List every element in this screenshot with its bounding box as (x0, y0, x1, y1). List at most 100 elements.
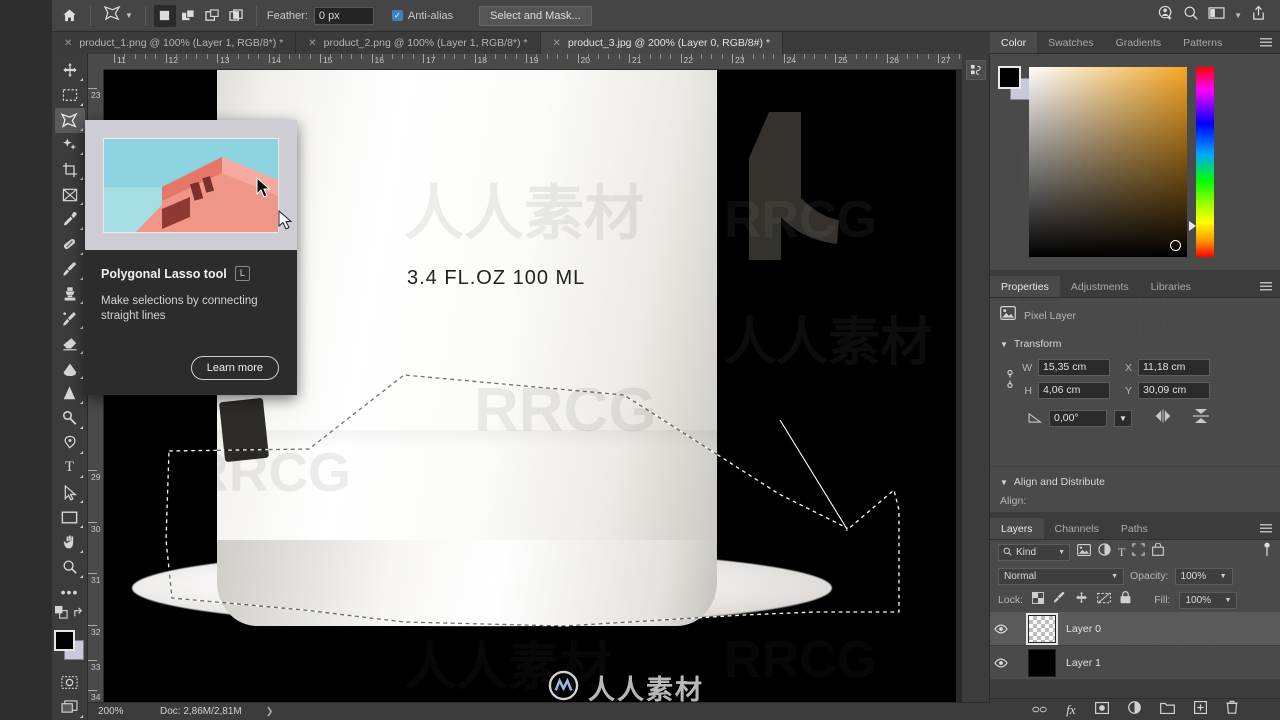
chevron-down-icon[interactable]: ▼ (1000, 478, 1008, 487)
eyedropper-tool[interactable] (55, 207, 85, 232)
move-tool[interactable] (55, 58, 85, 83)
delete-layer-icon[interactable] (1226, 700, 1238, 719)
dodge-tool[interactable] (55, 406, 85, 431)
chevron-right-icon[interactable]: ❯ (266, 706, 274, 717)
zoom-tool[interactable] (55, 555, 85, 580)
crop-tool[interactable] (55, 157, 85, 182)
history-panel-icon[interactable] (965, 60, 986, 80)
panel-menu-icon[interactable] (1252, 518, 1280, 539)
panel-menu-icon[interactable] (1252, 276, 1280, 297)
tab-gradients[interactable]: Gradients (1105, 32, 1173, 53)
history-brush-tool[interactable] (55, 306, 85, 331)
tab-adjustments[interactable]: Adjustments (1060, 276, 1140, 297)
document-tab-product-2[interactable]: ✕ product_2.png @ 100% (Layer 1, RGB/8*)… (296, 32, 541, 54)
table-row[interactable]: Layer 1 (990, 646, 1280, 680)
chevron-down-icon[interactable]: ▼ (1220, 573, 1227, 580)
shape-filter-icon[interactable] (1132, 543, 1146, 561)
color-swatches[interactable] (53, 630, 86, 662)
type-filter-icon[interactable]: T (1118, 545, 1125, 560)
tab-channels[interactable]: Channels (1044, 518, 1110, 539)
brush-tool[interactable] (55, 257, 85, 282)
pen-tool[interactable] (55, 431, 85, 456)
close-icon[interactable]: ✕ (64, 38, 72, 49)
polygonal-lasso-tool[interactable] (54, 107, 85, 133)
chevron-down-icon[interactable]: ▼ (1058, 549, 1065, 556)
chevron-down-icon[interactable]: ▼ (1225, 597, 1232, 604)
chevron-down-icon[interactable]: ▼ (1000, 340, 1008, 349)
fx-icon[interactable]: fx (1066, 702, 1075, 718)
pixel-filter-icon[interactable] (1077, 543, 1091, 561)
select-and-mask-button[interactable]: Select and Mask... (479, 5, 592, 26)
lock-image-icon[interactable] (1053, 591, 1066, 609)
rectangle-tool[interactable] (55, 505, 85, 530)
frame-tool[interactable] (55, 182, 85, 207)
tab-swatches[interactable]: Swatches (1037, 32, 1105, 53)
screen-mode-icon[interactable] (55, 695, 85, 720)
chevron-down-icon[interactable]: ▼ (1234, 11, 1242, 20)
learn-more-button[interactable]: Learn more (190, 356, 279, 380)
blend-mode-select[interactable]: Normal ▼ (998, 567, 1124, 585)
path-selection-tool[interactable] (55, 480, 85, 505)
share-user-icon[interactable] (1158, 5, 1174, 26)
swap-colors-icon[interactable] (73, 606, 85, 624)
lock-artboard-icon[interactable] (1097, 591, 1112, 609)
color-swatch-pair[interactable] (998, 66, 1032, 100)
type-tool[interactable]: T (55, 456, 85, 481)
document-tab-product-3[interactable]: ✕ product_3.jpg @ 200% (Layer 0, RGB/8#)… (540, 32, 783, 54)
color-field-marker[interactable] (1170, 240, 1181, 251)
edit-toolbar-button[interactable]: ••• (55, 580, 85, 605)
subtract-from-selection-button[interactable] (202, 5, 224, 27)
tool-preset-picker[interactable]: ▼ (99, 5, 137, 27)
tab-properties[interactable]: Properties (990, 276, 1060, 297)
feather-input[interactable]: 0 px (313, 6, 374, 25)
hue-slider[interactable] (1189, 67, 1214, 257)
object-selection-tool[interactable] (55, 133, 85, 158)
lock-transparent-icon[interactable] (1032, 591, 1045, 609)
anti-alias-checkbox[interactable]: ✓ Anti-alias (391, 10, 453, 22)
angle-input[interactable]: 0,00° (1049, 410, 1107, 427)
blur-tool[interactable] (55, 381, 85, 406)
hue-slider-handle[interactable] (1189, 221, 1196, 231)
close-icon[interactable]: ✕ (553, 38, 561, 49)
quick-mask-icon[interactable] (55, 670, 85, 695)
tab-color[interactable]: Color (990, 32, 1038, 53)
tab-layers[interactable]: Layers (990, 518, 1044, 539)
close-icon[interactable]: ✕ (308, 38, 316, 49)
tab-paths[interactable]: Paths (1110, 518, 1159, 539)
layer-filter-kind-select[interactable]: Kind ▼ (998, 543, 1070, 561)
chevron-down-icon[interactable]: ▼ (125, 11, 133, 20)
tab-patterns[interactable]: Patterns (1172, 32, 1233, 53)
table-row[interactable]: Layer 0 (990, 612, 1280, 646)
y-input[interactable]: 30,09 cm (1138, 382, 1210, 399)
add-to-selection-button[interactable] (178, 5, 200, 27)
add-mask-icon[interactable] (1094, 701, 1109, 719)
filter-toggle-icon[interactable] (1262, 542, 1272, 563)
rectangular-marquee-tool[interactable] (55, 83, 85, 108)
new-group-icon[interactable] (1159, 701, 1175, 719)
default-colors-icon[interactable] (54, 606, 68, 624)
layer-thumbnail[interactable] (1026, 612, 1058, 645)
hand-tool[interactable] (55, 530, 85, 555)
clone-stamp-tool[interactable] (55, 282, 85, 307)
export-icon[interactable] (1251, 5, 1266, 26)
chevron-down-icon[interactable]: ▼ (1111, 573, 1118, 580)
x-input[interactable]: 11,18 cm (1138, 359, 1210, 376)
height-input[interactable]: 4,06 cm (1038, 382, 1110, 399)
intersect-with-selection-button[interactable] (226, 5, 248, 27)
foreground-color-swatch[interactable] (998, 66, 1021, 89)
adjustment-filter-icon[interactable] (1098, 543, 1111, 561)
adjustment-layer-icon[interactable] (1127, 700, 1141, 719)
lock-all-icon[interactable] (1120, 591, 1131, 609)
home-icon[interactable] (56, 3, 82, 29)
align-section-header[interactable]: ▼ Align and Distribute (1000, 476, 1270, 488)
lock-position-icon[interactable] (1075, 591, 1088, 609)
new-selection-button[interactable] (153, 4, 176, 27)
flip-horizontal-icon[interactable] (1153, 409, 1173, 428)
opacity-input[interactable]: 100% ▼ (1174, 567, 1233, 585)
search-icon[interactable] (1183, 5, 1199, 26)
tab-libraries[interactable]: Libraries (1140, 276, 1202, 297)
panel-menu-icon[interactable] (1252, 32, 1280, 53)
eraser-tool[interactable] (55, 331, 85, 356)
eye-icon[interactable] (990, 658, 1012, 668)
eye-icon[interactable] (990, 624, 1012, 634)
